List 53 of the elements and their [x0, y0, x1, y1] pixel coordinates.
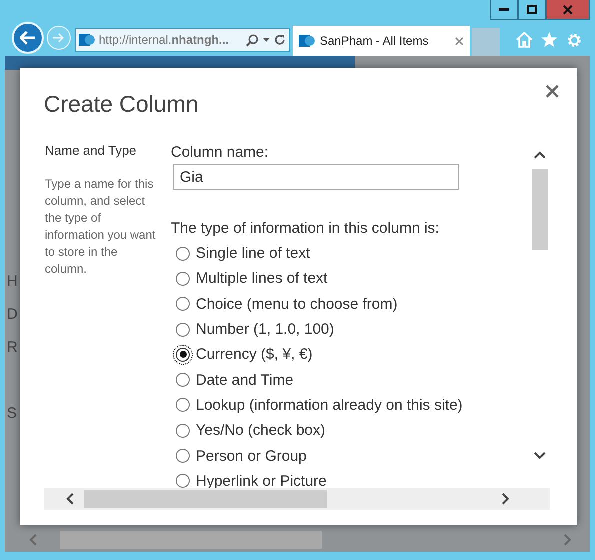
- radio-button[interactable]: [176, 424, 190, 438]
- radio-button[interactable]: [176, 348, 190, 362]
- radio-button[interactable]: [176, 322, 190, 337]
- option-label[interactable]: Lookup (information already on this site): [196, 396, 463, 414]
- radio-button[interactable]: [176, 297, 190, 312]
- refresh-icon[interactable]: [274, 34, 286, 46]
- option-label[interactable]: Yes/No (check box): [196, 422, 326, 440]
- page-text: H: [7, 273, 18, 290]
- option-label[interactable]: Currency ($, ¥, €): [196, 346, 313, 364]
- close-button[interactable]: [546, 0, 590, 20]
- radio-button[interactable]: [176, 246, 190, 261]
- radio-button[interactable]: [176, 272, 190, 286]
- site-logo-icon: [299, 33, 315, 49]
- option-label[interactable]: Multiple lines of text: [196, 270, 328, 288]
- column-name-field[interactable]: Gia: [173, 164, 459, 190]
- page-text: R: [7, 339, 18, 356]
- close-icon: [563, 4, 573, 14]
- option-label[interactable]: Choice (menu to choose from): [196, 296, 398, 313]
- option-label[interactable]: Hyperlink or Picture: [196, 472, 327, 489]
- minimize-button[interactable]: [490, 0, 518, 20]
- dialog-title: Create Column: [44, 90, 199, 118]
- dropdown-caret-icon[interactable]: [263, 38, 270, 42]
- page-text: D: [7, 306, 18, 323]
- page-text: S: [7, 405, 18, 422]
- radio-button[interactable]: [176, 373, 190, 388]
- scrollbar-thumb[interactable]: [532, 169, 548, 250]
- field-label: Column name:: [171, 144, 270, 161]
- close-tab-icon[interactable]: [455, 36, 464, 46]
- close-icon[interactable]: [545, 84, 560, 99]
- field-label: The type of information in this column is:: [171, 220, 440, 237]
- maximize-button[interactable]: [518, 0, 546, 20]
- search-icon[interactable]: [246, 34, 259, 46]
- radio-button[interactable]: [176, 474, 190, 488]
- forward-arrow-icon: [53, 33, 65, 43]
- back-arrow-icon: [20, 31, 36, 45]
- section-title: Name and Type: [45, 143, 138, 158]
- option-label[interactable]: Single line of text: [196, 245, 310, 262]
- radio-button[interactable]: [176, 449, 190, 464]
- minimize-icon: [499, 8, 509, 11]
- option-label[interactable]: Date and Time: [196, 372, 294, 389]
- address-bar[interactable]: http://internal.nhatngh...: [75, 28, 290, 52]
- back-button[interactable]: [12, 22, 44, 54]
- radio-button[interactable]: [176, 398, 190, 412]
- option-label[interactable]: Person or Group: [196, 448, 307, 465]
- star-icon[interactable]: [541, 32, 558, 48]
- site-logo-icon: [79, 32, 95, 48]
- address-url: http://internal.nhatngh...: [99, 33, 230, 47]
- scrollbar-thumb[interactable]: [84, 490, 327, 508]
- option-label[interactable]: Number (1, 1.0, 100): [196, 321, 334, 338]
- browser-tab[interactable]: SanPham - All Items: [293, 26, 470, 56]
- section-description: Type a name for this column, and select the type of information you want to store in the column.: [45, 176, 157, 278]
- maximize-icon: [527, 5, 537, 14]
- scrollbar-thumb[interactable]: [60, 531, 322, 549]
